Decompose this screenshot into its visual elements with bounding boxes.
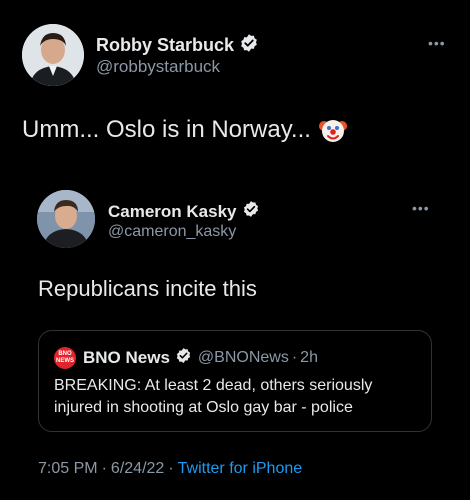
more-options-icon[interactable]: ••• [428, 35, 446, 51]
quote-card-header: BNO News @BNONews · 2h [83, 347, 318, 369]
quoted-author-name[interactable]: Cameron Kasky [108, 202, 237, 222]
avatar[interactable] [22, 24, 84, 86]
tweet-time[interactable]: 7:05 PM [38, 460, 98, 478]
author-name[interactable]: Robby Starbuck [96, 35, 234, 56]
bno-logo-bottom-text: NEWS [56, 358, 74, 364]
author-name-line[interactable]: Robby Starbuck [96, 33, 259, 58]
quote-author-handle[interactable]: @BNONews [198, 349, 289, 367]
avatar[interactable] [37, 190, 95, 248]
author-handle[interactable]: @robbystarbuck [96, 57, 220, 77]
tweet-date[interactable]: 6/24/22 [111, 460, 164, 478]
tweet-detail: Robby Starbuck @robbystarbuck ••• Umm...… [0, 0, 470, 500]
tweet-text: Umm... Oslo is in Norway... [22, 116, 347, 144]
avatar-robby-starbuck [22, 24, 84, 86]
bno-news-logo: BNO NEWS [54, 347, 76, 369]
quote-card-text: BREAKING: At least 2 dead, others seriou… [54, 377, 373, 416]
verified-badge-icon [175, 347, 192, 369]
clown-face-icon [318, 116, 347, 144]
separator-dot: · [291, 349, 298, 366]
quote-card[interactable]: BNO NEWS BNO News @BNONews · 2h BREAKING… [38, 330, 432, 432]
more-options-icon[interactable]: ••• [412, 200, 430, 216]
verified-badge-icon [242, 200, 260, 223]
tweet-text-content: Umm... Oslo is in Norway... [22, 116, 311, 143]
verified-badge-icon [239, 33, 259, 58]
quoted-tweet-text: Republicans incite this [38, 276, 257, 301]
tweet-metadata: 7:05 PM · 6/24/22 · Twitter for iPhone [38, 460, 302, 478]
tweet-source-link[interactable]: Twitter for iPhone [178, 460, 303, 478]
separator-dot: · [168, 460, 174, 477]
avatar-cameron-kasky [37, 190, 95, 248]
separator-dot: · [101, 460, 107, 477]
quote-time[interactable]: 2h [300, 349, 318, 367]
bno-logo-top-text: BNO [58, 351, 72, 357]
quoted-author-name-line[interactable]: Cameron Kasky [108, 200, 260, 223]
quoted-author-handle[interactable]: @cameron_kasky [108, 223, 236, 241]
quote-author-name[interactable]: BNO News [83, 348, 170, 368]
